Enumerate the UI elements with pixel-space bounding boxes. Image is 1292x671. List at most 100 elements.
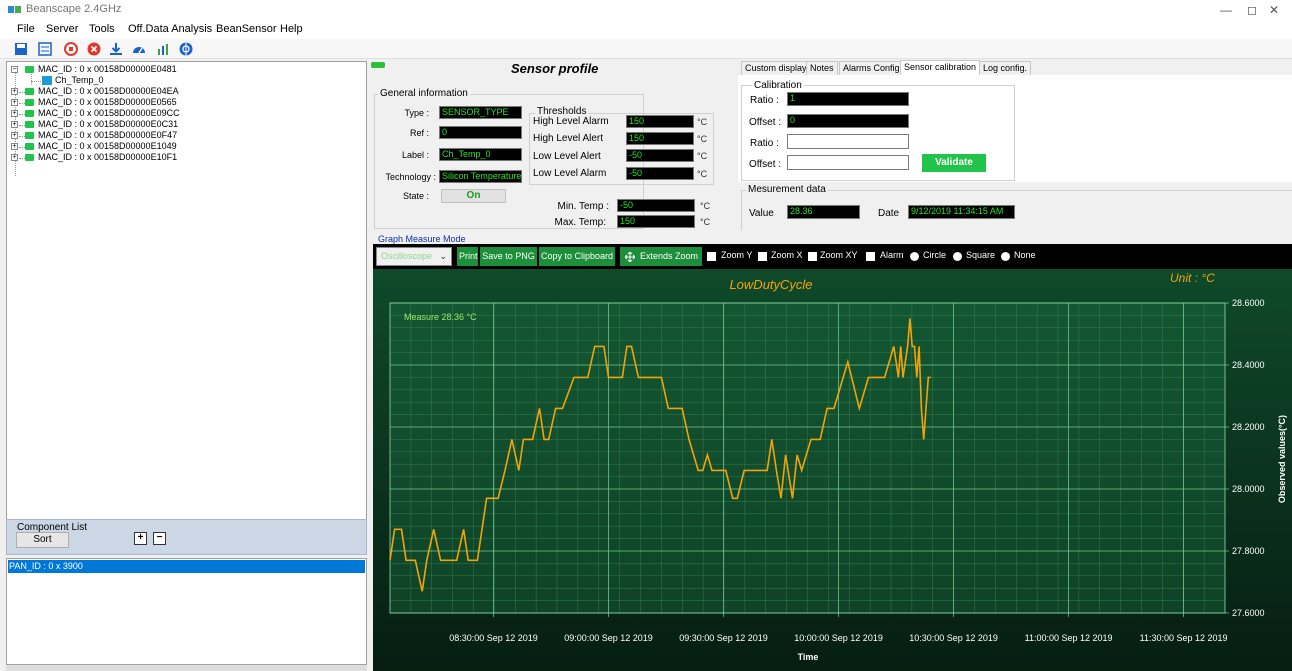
tab-custom-display[interactable]: Custom display [741,61,811,75]
type-field[interactable]: SENSOR_TYPE [439,106,522,119]
menu-beansensor[interactable]: BeanSensor [216,23,277,35]
chevron-down-icon: ⌄ [439,251,447,261]
value-field[interactable]: 28.36 [787,205,860,219]
x-tick-label: 10:30:00 Sep 12 2019 [909,633,998,643]
menu-help[interactable]: Help [280,23,303,35]
graph-toolbar: Oscilloscope ⌄ Print Save to PNG Copy to… [373,244,1292,269]
zoom-x-checkbox[interactable] [758,252,767,261]
label-field[interactable]: Ch_Temp_0 [439,148,522,161]
state-button[interactable]: On [441,189,506,203]
offset-label: Offset : [749,117,782,128]
expand-icon[interactable]: + [11,99,18,106]
expand-icon[interactable]: + [11,143,18,150]
expand-icon[interactable]: + [11,132,18,139]
validate-button[interactable]: Validate [922,154,986,172]
high-level-alert-field[interactable]: 150 [626,132,694,145]
horizontal-scrollbar[interactable] [6,665,367,671]
save-icon[interactable] [14,42,28,56]
ratio-label: Ratio : [750,95,779,106]
sensor-node-icon [25,143,34,150]
tree-node-label: MAC_ID : 0 x 00158D00000E10F1 [38,152,178,162]
download-icon[interactable] [109,42,123,56]
list-icon[interactable] [38,42,52,56]
square-radio[interactable] [953,252,962,261]
sensor-node-icon [25,110,34,117]
graph-mode-select[interactable]: Oscilloscope ⌄ [376,247,452,266]
menu-off-data-analysis[interactable]: Off.Data Analysis [128,23,212,35]
network-icon[interactable] [179,42,193,56]
channel-icon [42,76,52,85]
sort-button[interactable]: Sort [16,532,69,548]
measure-chart[interactable]: LowDutyCycle Unit : °C Measure 28.36 °C … [373,269,1292,671]
tree-node-label: MAC_ID : 0 x 00158D00000E0C31 [38,119,179,129]
low-level-alert-label: Low Level Alert [533,151,601,162]
chart-icon[interactable] [156,42,170,56]
ratio-input[interactable] [787,134,909,149]
close-window-button[interactable]: ✕ [1256,0,1292,20]
collapse-icon[interactable]: − [11,66,18,73]
max-temp-field[interactable]: 150 [617,215,695,228]
alarm-label: Alarm [880,250,904,260]
date-field[interactable]: 9/12/2019 11:34:15 AM [908,205,1015,219]
print-button[interactable]: Print [457,247,478,266]
high-level-alert-label: High Level Alert [533,133,604,144]
title-bar: Beanscape 2.4GHz — ◻ ✕ [0,0,1292,20]
y-tick-label: 28.0000 [1232,484,1265,494]
date-label: Date [878,208,900,219]
offset-field[interactable]: 0 [787,114,909,128]
pan-row[interactable]: PAN_ID : 0 x 3900 [8,560,365,573]
high-level-alarm-field[interactable]: 150 [626,115,694,128]
min-temp-field[interactable]: -50 [617,199,695,212]
extends-zoom-button[interactable]: Extends Zoom [620,247,702,266]
ratio-field[interactable]: 1 [787,92,909,106]
chart-svg[interactable]: LowDutyCycle Unit : °C Measure 28.36 °C … [373,269,1292,671]
expand-icon[interactable]: + [11,110,18,117]
tree-node-label: MAC_ID : 0 x 00158D00000E0F47 [38,130,178,140]
unit-label: °C [697,134,708,144]
expand-all-button[interactable]: + [134,532,147,545]
tab-log-config[interactable]: Log config. [979,61,1032,75]
type-label: Type : [404,108,429,118]
collapse-all-button[interactable]: − [153,532,166,545]
tab-sensor-calibration[interactable]: Sensor calibration [900,60,981,75]
x-tick-label: 09:30:00 Sep 12 2019 [679,633,768,643]
zoom-xy-label: Zoom XY [820,250,858,260]
ref-field[interactable]: 0 [439,126,522,139]
dashboard-icon[interactable] [132,42,146,56]
menu-server[interactable]: Server [46,23,78,35]
low-level-alarm-field[interactable]: -50 [626,167,694,180]
low-level-alarm-label: Low Level Alarm [533,168,607,179]
cancel-icon[interactable] [87,42,101,56]
zoom-y-checkbox[interactable] [707,252,716,261]
alarm-checkbox[interactable] [866,252,875,261]
low-level-alert-field[interactable]: -50 [626,149,694,162]
expand-icon[interactable]: + [11,88,18,95]
calibration-legend: Calibration [752,80,804,91]
tree-node-label: Ch_Temp_0 [55,75,104,85]
component-list: Component List Sort + − [6,519,367,555]
stop-icon[interactable] [64,42,78,56]
menu-tools[interactable]: Tools [89,23,115,35]
offset-input[interactable] [787,155,909,170]
toolbar [0,39,1292,59]
sensor-node-icon [25,154,34,161]
circle-radio[interactable] [910,252,919,261]
copy-clipboard-button[interactable]: Copy to Clipboard [539,247,615,266]
graph-measure-mode-label: Graph Measure Mode [378,234,466,244]
expand-icon[interactable]: + [11,121,18,128]
window-title: Beanscape 2.4GHz [26,3,122,15]
tab-notes[interactable]: Notes [806,61,838,75]
pan-list[interactable]: PAN_ID : 0 x 3900 [6,558,367,665]
none-radio[interactable] [1001,252,1010,261]
sensor-profile: Sensor profile General information Type … [371,59,736,234]
measure-label: Measure 28.36 °C [404,312,477,322]
save-png-button[interactable]: Save to PNG [480,247,537,266]
tab-alarms-config[interactable]: Alarms Config [839,61,904,75]
sensor-tree[interactable]: − MAC_ID : 0 x 00158D00000E0481 Ch_Temp_… [6,61,367,520]
zoom-icon [625,252,635,262]
app-logo-icon [8,6,21,13]
technology-field[interactable]: Silicon Temperature [439,170,522,183]
menu-file[interactable]: File [17,23,35,35]
expand-icon[interactable]: + [11,154,18,161]
zoom-xy-checkbox[interactable] [808,252,817,261]
